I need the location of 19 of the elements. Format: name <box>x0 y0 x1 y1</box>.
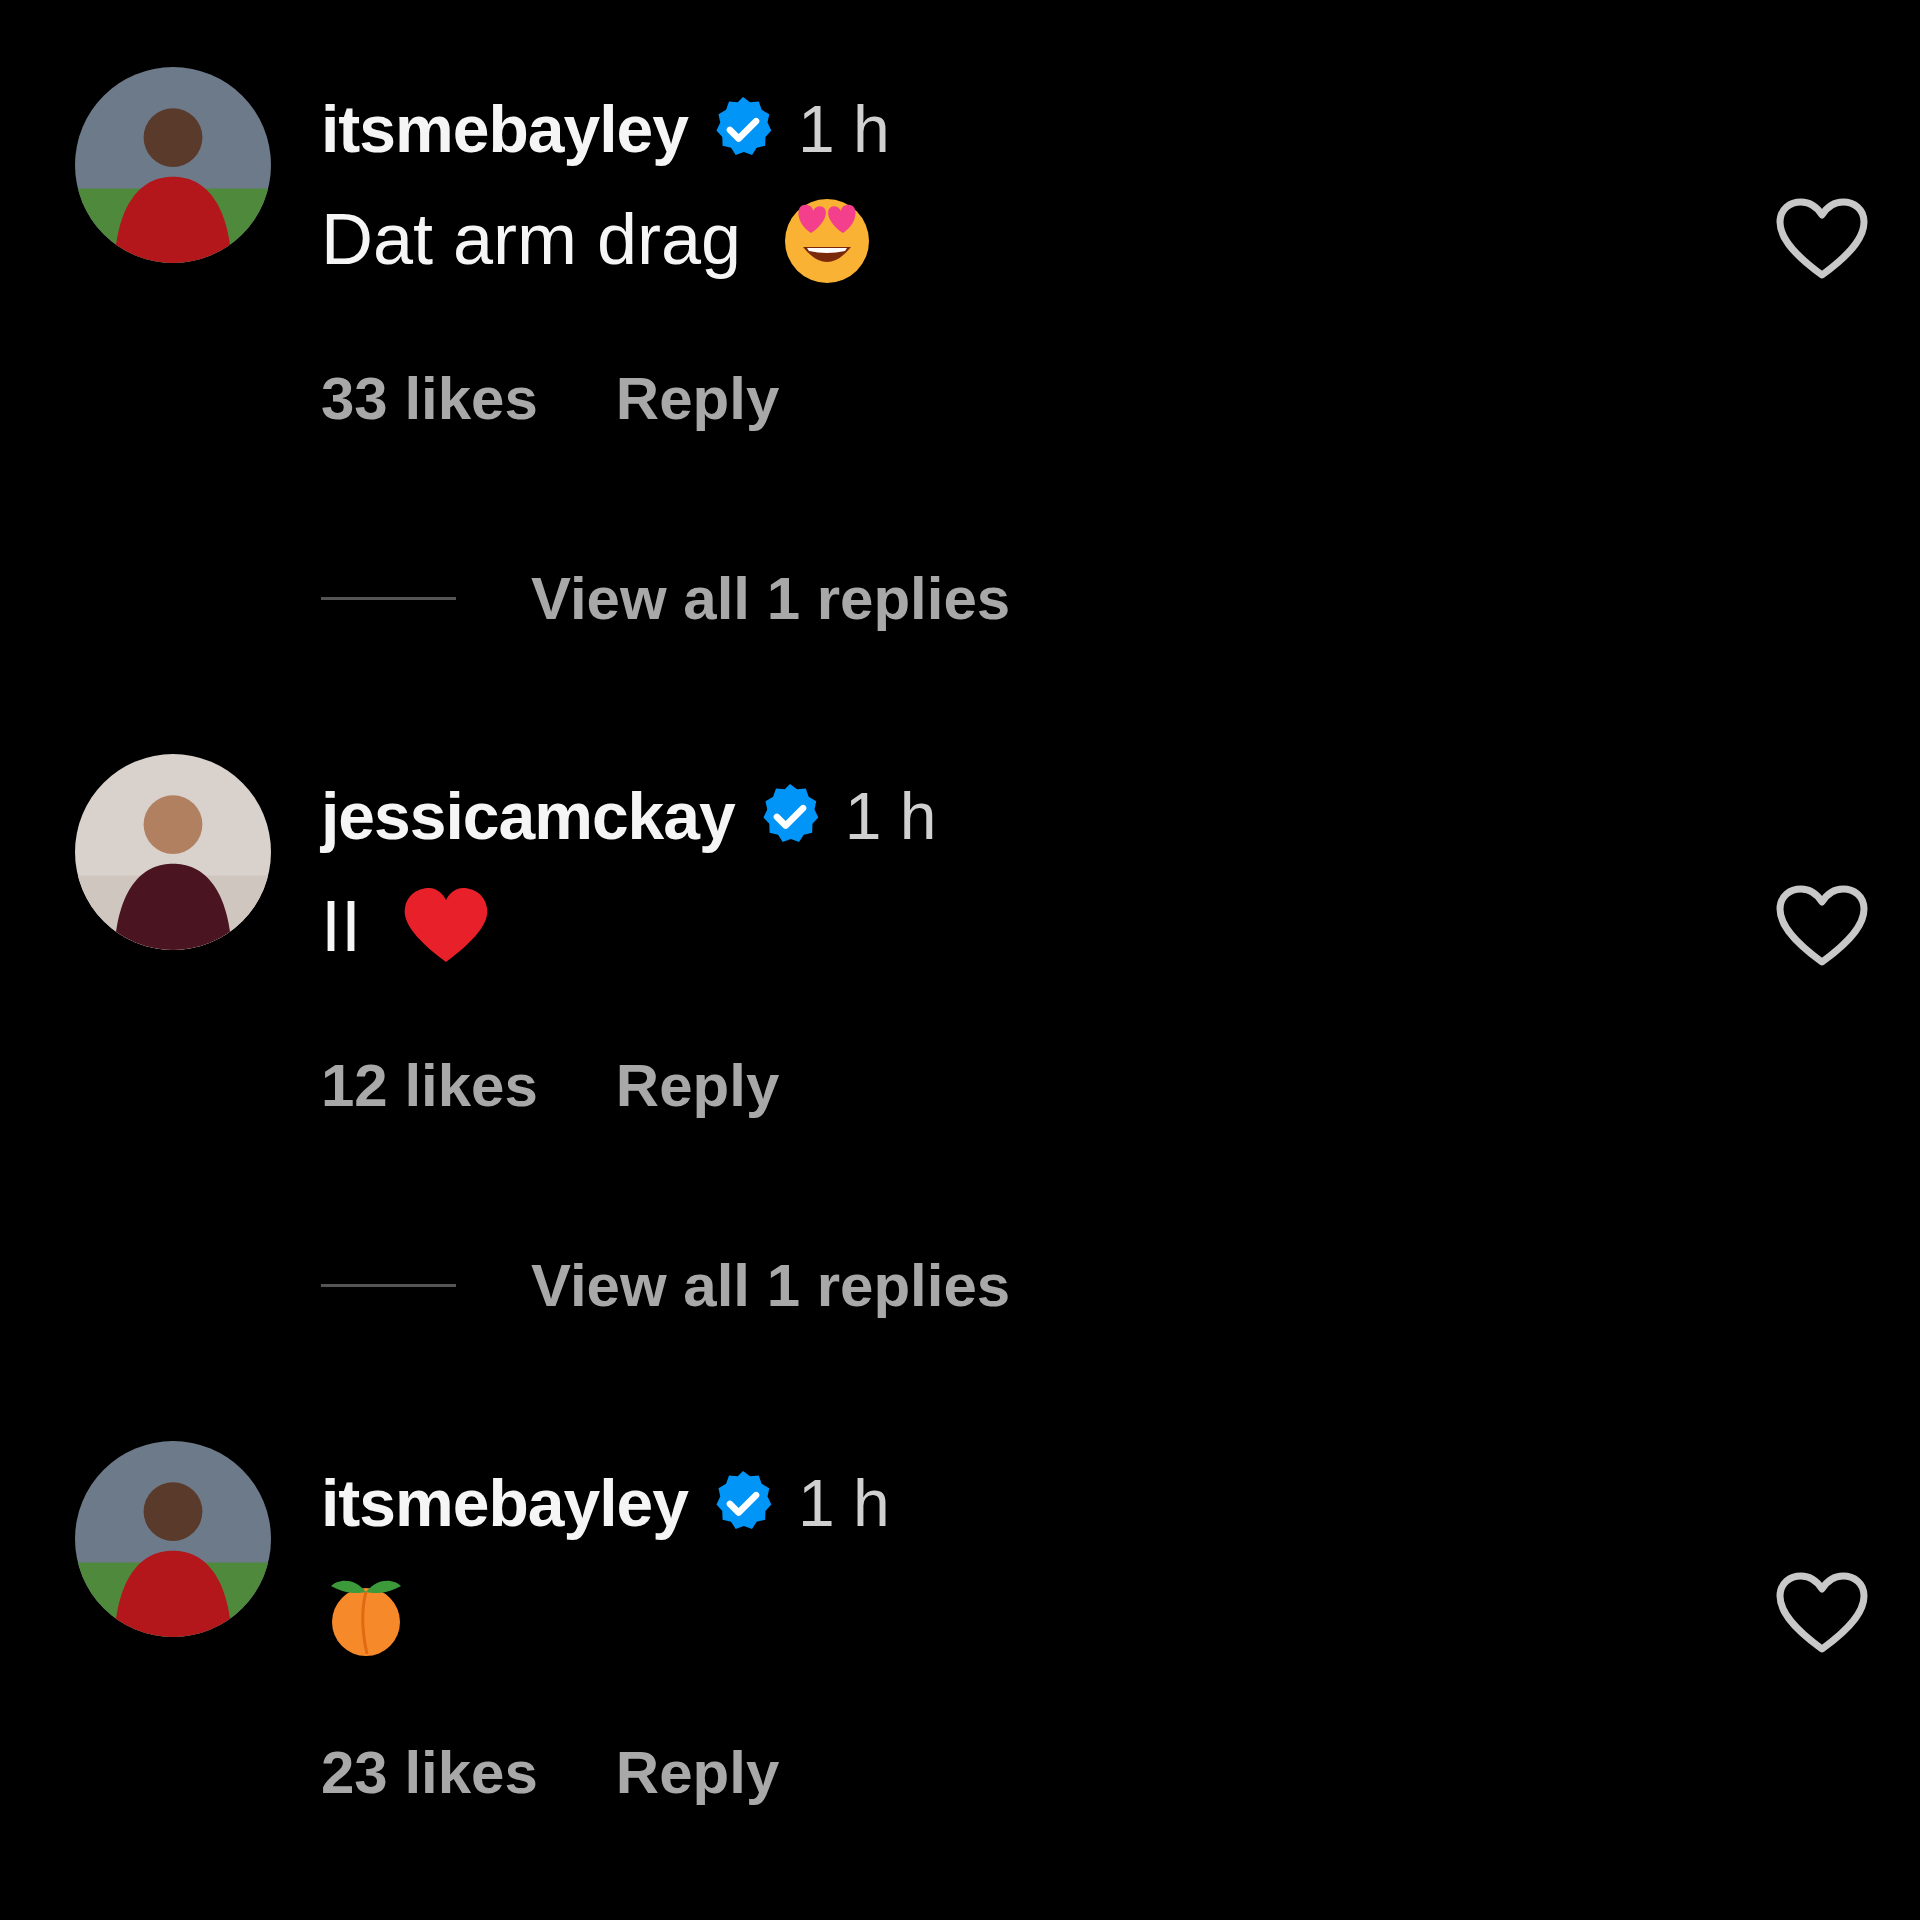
reply-link[interactable]: Reply <box>615 1050 780 1120</box>
comment-text: Dat arm drag <box>321 198 742 280</box>
like-heart-icon[interactable] <box>1775 197 1869 281</box>
comment-time: 1 h <box>844 778 937 854</box>
like-count: 23 likes <box>321 1737 538 1807</box>
view-replies-link[interactable]: View all 1 replies <box>531 563 1011 633</box>
reply-link[interactable]: Reply <box>615 1737 780 1807</box>
comment-time: 1 h <box>797 1465 890 1541</box>
like-count: 33 likes <box>321 363 538 433</box>
reply-link[interactable]: Reply <box>615 363 780 433</box>
comment-text: II <box>321 885 361 967</box>
view-replies-link[interactable]: View all 1 replies <box>531 1250 1011 1320</box>
like-count: 12 likes <box>321 1050 538 1120</box>
comment-time: 1 h <box>797 91 890 167</box>
username[interactable]: itsmebayley <box>321 91 688 167</box>
username[interactable]: itsmebayley <box>321 1465 688 1541</box>
username[interactable]: jessicamckay <box>321 778 735 854</box>
like-heart-icon[interactable] <box>1775 1571 1869 1655</box>
like-heart-icon[interactable] <box>1775 884 1869 968</box>
